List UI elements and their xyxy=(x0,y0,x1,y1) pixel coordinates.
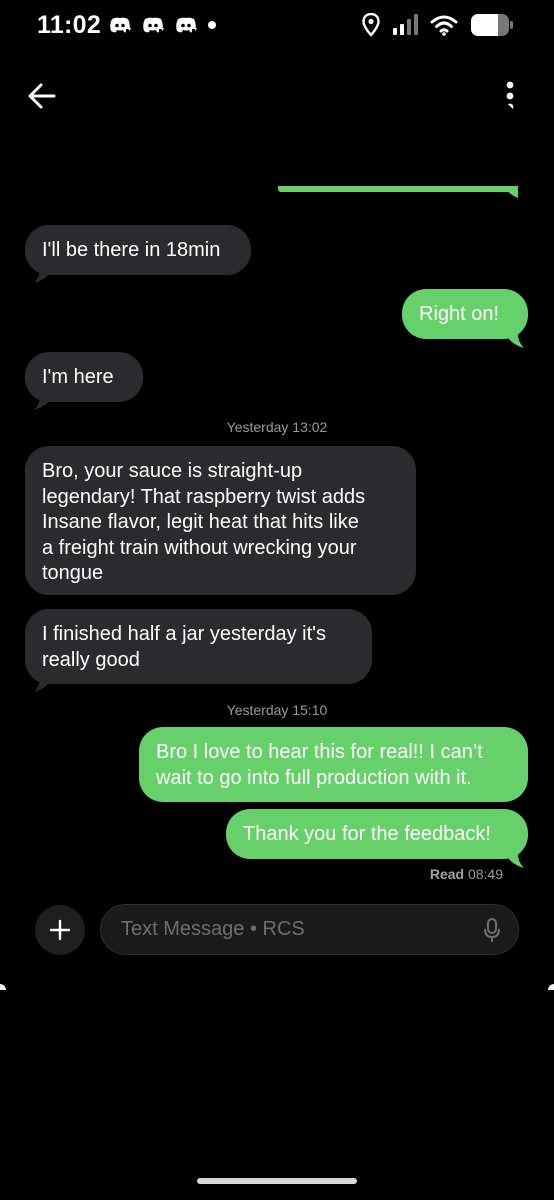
message-text: I'll be there in 18min xyxy=(42,239,221,261)
screen-corner xyxy=(0,984,6,990)
message-bubble-outgoing[interactable]: Thank you for the feedback! xyxy=(226,809,528,859)
back-button[interactable] xyxy=(26,80,58,112)
message-bubble-incoming[interactable]: I finished half a jar yesterday it's rea… xyxy=(25,609,372,684)
discord-icon xyxy=(143,17,165,34)
message-line: Insane flavor, legit heat that hits like xyxy=(42,511,359,533)
read-label: Read xyxy=(429,866,465,882)
message-bubble-outgoing[interactable]: Right on! xyxy=(402,289,528,339)
message-line: legendary! That raspberry twist adds xyxy=(42,485,366,508)
message-line: Bro, your sauce is straight-up xyxy=(42,460,303,482)
timestamp: Yesterday 13:02 xyxy=(226,419,328,435)
arrow-left-icon xyxy=(28,83,56,109)
message-text: Thank you for the feedback! xyxy=(243,823,491,845)
message-bubble-incoming[interactable]: I'm here xyxy=(25,352,143,402)
read-time: 08:49 xyxy=(467,866,503,882)
message-bubble-incoming[interactable]: Bro, your sauce is straight-up legendary… xyxy=(25,446,416,595)
message-line: Bro I love to hear this for real!! I can… xyxy=(156,741,483,763)
wifi-icon xyxy=(430,15,458,36)
location-icon xyxy=(362,13,380,37)
mic-icon[interactable] xyxy=(483,918,501,944)
message-thread: I'll be there in 18min Right on! I'm her… xyxy=(0,100,554,890)
message-line: really good xyxy=(42,648,140,671)
message-line: a freight train without wrecking your xyxy=(42,536,357,559)
discord-icon xyxy=(176,17,198,34)
read-receipt: Read 08:49 xyxy=(430,866,503,882)
message-bubble-outgoing-partial xyxy=(278,100,518,212)
add-attachment-button[interactable] xyxy=(35,905,85,955)
message-line: tongue xyxy=(42,562,104,584)
home-indicator[interactable] xyxy=(197,1178,357,1184)
bubble-tail xyxy=(506,854,524,868)
signal-icon xyxy=(393,14,418,35)
status-bar: 11:02 xyxy=(0,0,554,56)
bubble-tail xyxy=(34,269,52,283)
bubble-tail xyxy=(506,334,524,348)
bubble-tail xyxy=(34,396,52,410)
message-line: I finished half a jar yesterday it's xyxy=(42,623,326,645)
message-line: wait to go into full production with it. xyxy=(156,766,472,789)
bubble-tail xyxy=(504,188,518,198)
notification-icons xyxy=(108,16,217,34)
discord-icon xyxy=(110,17,132,34)
bubble-tail xyxy=(34,678,52,692)
message-input[interactable]: Text Message • RCS xyxy=(100,904,519,955)
screen-corner xyxy=(548,984,554,990)
system-icons xyxy=(362,13,514,37)
battery-icon xyxy=(471,14,513,36)
timestamp: Yesterday 15:10 xyxy=(226,702,328,718)
plus-icon xyxy=(49,919,71,941)
message-text: Right on! xyxy=(419,303,500,325)
status-time: 11:02 xyxy=(37,11,102,39)
message-input-placeholder: Text Message • RCS xyxy=(121,918,305,940)
message-text: I'm here xyxy=(42,366,114,388)
message-bubble-incoming[interactable]: I'll be there in 18min xyxy=(25,225,251,275)
message-bubble-outgoing[interactable]: Bro I love to hear this for real!! I can… xyxy=(139,727,528,802)
dot-icon xyxy=(208,21,216,29)
